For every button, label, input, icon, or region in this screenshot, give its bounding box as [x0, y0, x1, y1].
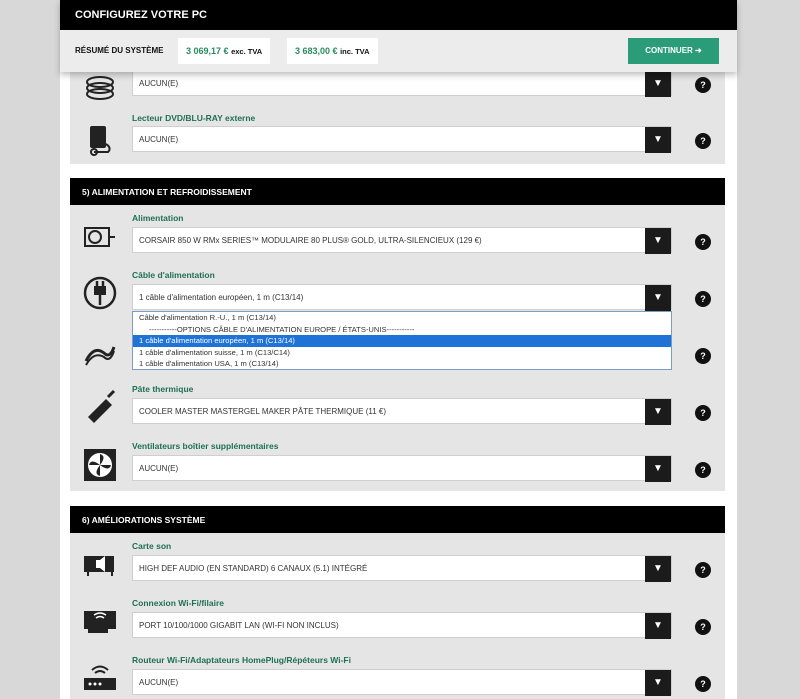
config-row-router: Routeur Wi-Fi/Adaptateurs HomePlug/Répét…	[70, 647, 725, 699]
help-icon[interactable]: ?	[695, 619, 711, 635]
summary-label: RÉSUMÉ DU SYSTÈME	[75, 46, 164, 55]
power-cable-dropdown-list[interactable]: Câble d'alimentation R.-U., 1 m (C13/14)…	[132, 311, 672, 370]
wifi-router-icon	[84, 665, 116, 690]
section-storage-partial: AUCUN(E) ▼ ? Lecteur DVD/BLU-RAY externe…	[70, 60, 725, 164]
sound-card-select[interactable]: HIGH DEF AUDIO (EN STANDARD) 6 CANAUX (5…	[132, 555, 672, 582]
thermal-paste-select[interactable]: COOLER MASTER MASTERGEL MAKER PÂTE THERM…	[132, 398, 672, 425]
network-select[interactable]: PORT 10/100/1000 GIGABIT LAN (WI-FI NON …	[132, 612, 672, 639]
field-label: Pâte thermique	[132, 384, 194, 394]
sound-card-icon	[84, 556, 114, 576]
dropdown-group-header: -----------OPTIONS CÂBLE D'ALIMENTATION …	[149, 324, 415, 334]
optical-select[interactable]: AUCUN(E) ▼	[132, 70, 672, 97]
help-icon[interactable]: ?	[695, 676, 711, 692]
chevron-down-icon[interactable]: ▼	[645, 670, 671, 696]
help-icon[interactable]: ?	[695, 562, 711, 578]
disk-drive-icon	[86, 76, 114, 100]
field-label: Câble d'alimentation	[132, 270, 215, 280]
cable-sleeve-icon	[84, 346, 116, 366]
thermal-paste-icon	[88, 389, 116, 423]
field-label: Carte son	[132, 541, 172, 551]
case-fan-icon	[84, 449, 116, 481]
config-row-sound-card: Carte son HIGH DEF AUDIO (EN STANDARD) 6…	[70, 533, 725, 590]
config-row-thermal-paste: Pâte thermique COOLER MASTER MASTERGEL M…	[70, 376, 725, 433]
router-select[interactable]: AUCUN(E) ▼	[132, 669, 672, 696]
dropdown-option[interactable]: Câble d'alimentation R.-U., 1 m (C13/14)	[133, 312, 671, 324]
power-cable-select[interactable]: 1 câble d'alimentation européen, 1 m (C1…	[132, 284, 672, 311]
page-title: CONFIGUREZ VOTRE PC	[60, 0, 737, 30]
field-label: Lecteur DVD/BLU-RAY externe	[132, 113, 256, 123]
chevron-down-icon[interactable]: ▼	[645, 285, 671, 311]
power-plug-icon	[83, 276, 117, 310]
config-row-case-fans: Ventilateurs boîtier supplémentaires AUC…	[70, 433, 725, 490]
help-icon[interactable]: ?	[695, 348, 711, 364]
help-icon[interactable]: ?	[695, 234, 711, 250]
section-system-upgrades: Carte son HIGH DEF AUDIO (EN STANDARD) 6…	[70, 533, 725, 699]
help-icon[interactable]: ?	[695, 291, 711, 307]
field-label: Routeur Wi-Fi/Adaptateurs HomePlug/Répét…	[132, 655, 351, 665]
price-inc-vat: 3 683,00 € inc. TVA	[287, 38, 378, 64]
case-fans-select[interactable]: AUCUN(E) ▼	[132, 455, 672, 482]
field-label: Ventilateurs boîtier supplémentaires	[132, 441, 279, 451]
chevron-down-icon[interactable]: ▼	[645, 556, 671, 582]
config-row-network: Connexion Wi-Fi/filaire PORT 10/100/1000…	[70, 590, 725, 647]
dropdown-option[interactable]: 1 câble d'alimentation suisse, 1 m (C13/…	[133, 347, 671, 359]
chevron-down-icon[interactable]: ▼	[645, 613, 671, 639]
chevron-down-icon[interactable]: ▼	[645, 228, 671, 254]
help-icon[interactable]: ?	[695, 405, 711, 421]
chevron-down-icon[interactable]: ▼	[645, 71, 671, 97]
network-card-icon	[84, 611, 116, 633]
chevron-down-icon[interactable]: ▼	[645, 399, 671, 425]
field-label: Connexion Wi-Fi/filaire	[132, 598, 225, 608]
chevron-down-icon[interactable]: ▼	[645, 456, 671, 482]
external-dvd-icon	[90, 126, 111, 156]
chevron-down-icon[interactable]: ▼	[645, 127, 671, 153]
psu-select[interactable]: CORSAIR 850 W RMx SERIES™ MODULAIRE 80 P…	[132, 227, 672, 254]
external-dvd-select[interactable]: AUCUN(E) ▼	[132, 126, 672, 153]
price-ex-vat: 3 069,17 € exc. TVA	[178, 38, 271, 64]
system-summary-bar: RÉSUMÉ DU SYSTÈME 3 069,17 € exc. TVA 3 …	[60, 30, 737, 72]
power-supply-icon	[84, 227, 115, 247]
help-icon[interactable]: ?	[695, 462, 711, 478]
configurator-header: CONFIGUREZ VOTRE PC RÉSUMÉ DU SYSTÈME 3 …	[60, 0, 737, 72]
config-row-psu: Alimentation CORSAIR 850 W RMx SERIES™ M…	[70, 205, 725, 262]
field-label: Alimentation	[132, 213, 184, 223]
dropdown-option-selected[interactable]: 1 câble d'alimentation européen, 1 m (C1…	[133, 335, 671, 347]
help-icon[interactable]: ?	[695, 133, 711, 149]
section-header: 6) AMÉLIORATIONS SYSTÈME	[70, 506, 725, 533]
config-row-external-dvd: Lecteur DVD/BLU-RAY externe AUCUN(E) ▼ ?	[70, 108, 725, 165]
dropdown-option[interactable]: 1 câble d'alimentation USA, 1 m (C13/14)	[133, 358, 671, 370]
section-header: 5) ALIMENTATION ET REFROIDISSEMENT	[70, 178, 725, 205]
continue-button[interactable]: CONTINUER ➜	[628, 38, 719, 64]
help-icon[interactable]: ?	[695, 77, 711, 93]
